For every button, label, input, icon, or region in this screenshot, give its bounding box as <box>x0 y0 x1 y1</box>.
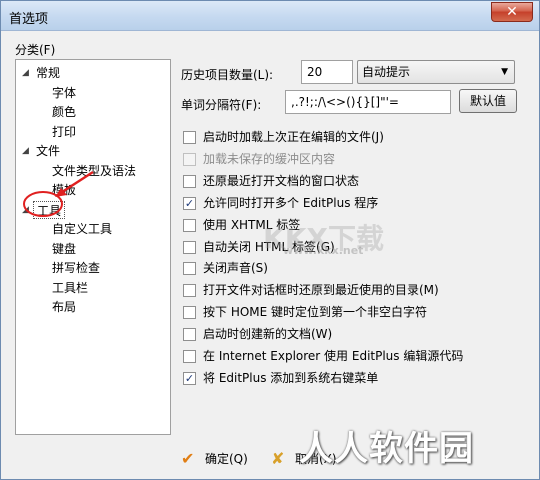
option-label: 关闭声音(S) <box>203 261 268 276</box>
option-label: 允许同时打开多个 EditPlus 程序 <box>203 195 379 210</box>
watermark-text: 人人软件园 <box>299 429 474 469</box>
preferences-dialog: 首选项 ✕ 分类(F) ◢常规字体颜色打印◢文件文件类型及语法模板◢工具自定义工… <box>0 0 540 480</box>
option-label: 启动时加载上次正在编辑的文件(J) <box>203 130 384 144</box>
checkbox-icon <box>183 328 196 342</box>
option-label: 打开文件对话框时还原到最近使用的目录(M) <box>203 283 439 298</box>
tree-item[interactable]: 键盘 <box>52 240 76 258</box>
expand-triangle-icon[interactable]: ◢ <box>22 64 29 82</box>
window-title: 首选项 <box>9 12 49 27</box>
tree-item[interactable]: 工具栏 <box>52 279 88 297</box>
checkbox-icon <box>183 218 196 232</box>
checkmark-icon: ✔ <box>181 449 195 468</box>
checkbox-icon <box>183 262 196 276</box>
title-bar[interactable]: 首选项 ✕ <box>1 1 539 31</box>
tree-item[interactable]: 打印 <box>52 123 76 141</box>
checkbox-icon <box>183 284 196 298</box>
delimiter-label: 单词分隔符(F): <box>181 98 262 112</box>
checkbox-icon <box>183 240 196 254</box>
tree-item[interactable]: 常规 <box>36 64 60 82</box>
history-mode-value: 自动提示 <box>362 65 411 79</box>
tree-item[interactable]: 拼写检查 <box>52 259 100 277</box>
ok-button[interactable]: ✔ 确定(Q) <box>181 447 251 473</box>
category-tree[interactable]: ◢常规字体颜色打印◢文件文件类型及语法模板◢工具自定义工具键盘拼写检查工具栏布局 <box>15 59 171 435</box>
checkbox-checked-icon: ✓ <box>183 196 196 210</box>
delimiter-input[interactable]: ,.?!;:/\<>(){}[]"'= <box>285 90 451 114</box>
ok-label: 确定(Q) <box>205 452 248 466</box>
option-label: 在 Internet Explorer 使用 EditPlus 编辑源代码 <box>203 349 464 363</box>
cross-icon: ✘ <box>271 449 285 468</box>
annotation-arrow-icon <box>23 170 94 217</box>
watermark-url: www.kkx.net <box>283 244 364 257</box>
expand-triangle-icon[interactable]: ◢ <box>22 142 29 160</box>
option-label: 将 EditPlus 添加到系统右键菜单 <box>203 370 379 385</box>
checkbox-icon <box>183 174 196 188</box>
option-label: 还原最近打开文档的窗口状态 <box>203 173 360 188</box>
tree-item[interactable]: 字体 <box>52 84 76 102</box>
category-label: 分类(F) <box>15 43 56 57</box>
tree-item[interactable]: 布局 <box>52 298 76 316</box>
chevron-down-icon: ▼ <box>501 67 508 77</box>
option-label: 按下 HOME 键时定位到第一个非空白字符 <box>203 305 428 320</box>
option-label: 加载未保存的缓冲区内容 <box>203 151 336 166</box>
checkbox-icon <box>183 131 196 144</box>
history-count-input[interactable]: 20 <box>301 60 353 84</box>
option-label: 启动时创建新的文档(W) <box>203 327 333 342</box>
checkbox-icon <box>183 350 196 363</box>
checkbox-icon <box>183 306 196 320</box>
tree-item[interactable]: 颜色 <box>52 103 76 121</box>
close-button[interactable]: ✕ <box>491 2 533 22</box>
default-button[interactable]: 默认值 <box>459 89 517 113</box>
history-count-label: 历史项目数量(L): <box>181 68 274 82</box>
checkbox-checked-icon: ✓ <box>183 371 196 385</box>
checkbox-icon <box>183 152 196 166</box>
tree-item[interactable]: 文件 <box>36 142 60 160</box>
history-mode-select[interactable]: 自动提示 ▼ <box>357 60 515 84</box>
